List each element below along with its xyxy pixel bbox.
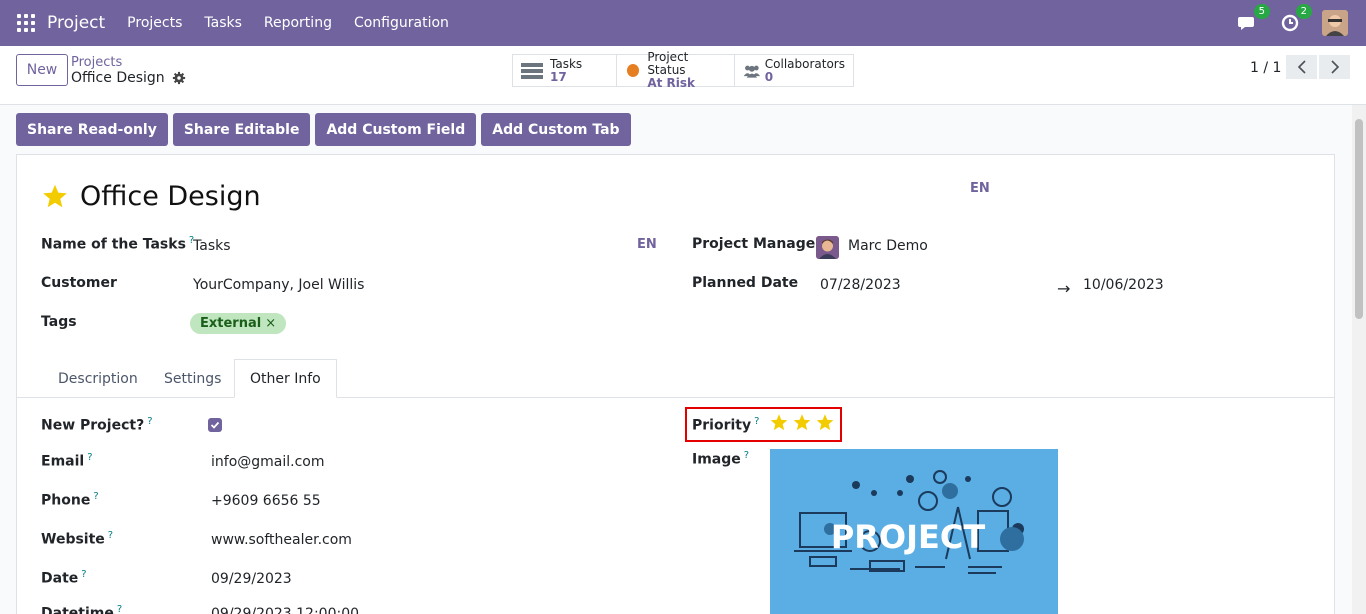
smart-button-collaborators[interactable]: Collaborators 0 [735,55,853,86]
email-label: Email? [41,452,93,470]
status-dot-icon [627,64,640,77]
customer-field[interactable]: YourCompany, Joel Willis [193,277,364,293]
notebook-tabs: Description Settings Other Info [17,359,1334,398]
customer-label: Customer [41,275,117,291]
share-editable-button[interactable]: Share Editable [172,113,311,146]
scrollbar-thumb[interactable] [1355,119,1363,319]
smart-collaborators-title: Collaborators [764,56,845,71]
priority-star-icon[interactable] [815,413,835,432]
help-icon[interactable]: ? [744,450,749,461]
datetime-field[interactable]: 09/29/2023 12:00:00 [211,606,359,614]
tab-other-info[interactable]: Other Info [234,359,337,398]
add-custom-tab-button[interactable]: Add Custom Tab [481,113,631,146]
planned-date-label: Planned Date [692,275,799,291]
tab-description[interactable]: Description [43,359,153,398]
menu-reporting[interactable]: Reporting [264,15,332,31]
favorite-star-icon[interactable] [41,183,69,210]
date-field[interactable]: 09/29/2023 [211,571,292,587]
smart-button-status[interactable]: Project Status At Risk [617,51,735,90]
planned-date-end[interactable]: 10/06/2023 [1083,277,1164,293]
new-project-checkbox[interactable] [208,418,222,432]
name-tasks-lang-button[interactable]: EN [637,237,657,252]
activities-badge: 2 [1295,4,1312,19]
help-icon[interactable]: ? [754,416,759,427]
breadcrumb-current-label: Office Design [71,70,165,86]
title-lang-button[interactable]: EN [970,181,990,196]
chevron-right-icon [1330,60,1339,74]
help-icon[interactable]: ? [87,452,92,463]
help-icon[interactable]: ? [117,604,122,614]
add-custom-field-button[interactable]: Add Custom Field [315,113,477,146]
project-image[interactable]: PROJECT [770,449,1058,614]
help-icon[interactable]: ? [147,416,152,427]
project-illustration: PROJECT [770,449,1058,614]
image-text: PROJECT [831,518,986,556]
project-manager-label: Project Manager [692,236,823,252]
manager-avatar [816,236,839,259]
tag-label: External [200,316,262,331]
smart-status-value: At Risk [647,76,695,90]
tag-remove-icon[interactable]: × [265,316,276,331]
smart-tasks-value: 17 [550,69,567,84]
priority-star-icon[interactable] [792,413,812,432]
smart-button-tasks[interactable]: Tasks 17 [513,55,617,86]
phone-label: Phone? [41,491,99,509]
email-field[interactable]: info@gmail.com [211,454,325,470]
priority-stars[interactable] [769,413,838,432]
breadcrumb-current: Office Design [71,70,186,86]
menu-configuration[interactable]: Configuration [354,15,449,31]
date-label: Date? [41,569,87,587]
smart-tasks-title: Tasks [550,56,583,71]
app-grid-icon[interactable] [17,14,35,32]
page-scrollbar[interactable] [1352,105,1366,614]
share-read-only-button[interactable]: Share Read-only [16,113,168,146]
control-panel: New Projects Office Design Tasks 17 Proj… [0,46,1366,105]
project-manager-field[interactable]: Marc Demo [848,238,928,254]
date-range-arrow-icon: → [1057,279,1071,298]
tab-settings[interactable]: Settings [149,359,236,398]
action-buttons: Share Read-only Share Editable Add Custo… [16,113,636,146]
datetime-label: Datetime? [41,604,123,614]
planned-date-start[interactable]: 07/28/2023 [820,277,901,293]
priority-star-icon[interactable] [769,413,789,432]
smart-buttons: Tasks 17 Project Status At Risk Collabor… [512,51,854,90]
smart-collaborators-value: 0 [764,69,774,84]
website-label: Website? [41,530,114,548]
pager-value: 1 / 1 [1250,60,1282,76]
gear-icon[interactable] [172,71,186,85]
messages-icon[interactable]: 5 [1238,4,1270,33]
smart-status-title: Project Status [647,50,689,77]
help-icon[interactable]: ? [93,491,98,502]
help-icon[interactable]: ? [81,569,86,580]
phone-field[interactable]: +9609 6656 55 [211,493,321,509]
new-button[interactable]: New [16,54,68,86]
menu-tasks[interactable]: Tasks [204,15,242,31]
user-avatar[interactable] [1322,10,1348,36]
menu-projects[interactable]: Projects [127,15,182,31]
activities-icon[interactable]: 2 [1280,4,1312,33]
new-project-label: New Project?? [41,416,153,434]
pager-next-button[interactable] [1319,55,1350,79]
priority-label: Priority? [692,416,760,434]
help-icon[interactable]: ? [108,530,113,541]
tags-label: Tags [41,314,77,330]
messages-badge: 5 [1253,4,1270,19]
tasks-icon [521,62,543,79]
name-tasks-label: Name of the Tasks? [41,235,195,253]
chevron-left-icon [1297,60,1306,74]
check-icon [210,421,220,429]
name-tasks-field[interactable]: Tasks [193,238,231,254]
image-label: Image? [692,450,750,468]
website-field[interactable]: www.softhealer.com [211,532,352,548]
form-sheet: Office Design EN Name of the Tasks? Task… [16,154,1335,614]
project-title[interactable]: Office Design [80,181,261,212]
breadcrumb-parent[interactable]: Projects [71,55,122,70]
pager-prev-button[interactable] [1286,55,1317,79]
users-icon [743,65,761,78]
tag-external: External × [190,313,287,334]
top-navbar: Project Projects Tasks Reporting Configu… [0,0,1366,46]
app-brand[interactable]: Project [47,13,105,33]
